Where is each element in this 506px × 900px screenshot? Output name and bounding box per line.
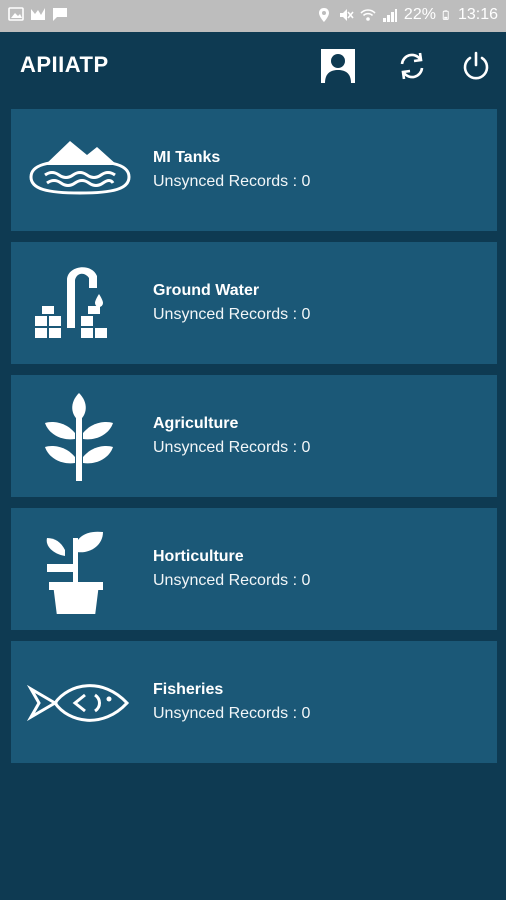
location-icon [318,8,329,22]
card-unsynced-count: Unsynced Records : 0 [153,705,311,722]
power-icon [463,51,489,80]
card-title: MI Tanks [153,149,221,166]
card-mi-tanks[interactable]: MI Tanks Unsynced Records : 0 [11,109,497,231]
card-unsynced-count: Unsynced Records : 0 [153,439,311,456]
plant-pot-icon [46,531,103,614]
profile-button[interactable] [320,48,356,84]
message-icon [53,8,67,21]
sync-icon [400,52,424,80]
card-fisheries[interactable]: Fisheries Unsynced Records : 0 [11,641,497,763]
app-bar: APIIATP [0,32,506,100]
card-title: Ground Water [153,282,260,299]
status-bar-right: 22% 13:16 [316,6,498,24]
status-bar: 22% 13:16 [0,0,506,32]
card-title: Fisheries [153,681,224,698]
wifi-icon [360,9,376,21]
fish-icon [26,684,130,722]
tap-icon [35,267,107,338]
profile-icon [321,49,355,83]
image-icon [8,7,24,21]
card-unsynced-count: Unsynced Records : 0 [153,173,311,190]
card-unsynced-count: Unsynced Records : 0 [153,306,311,323]
wheat-icon [45,393,113,481]
battery-icon [442,10,449,20]
battery-percent: 22% [403,6,436,23]
card-ground-water[interactable]: Ground Water Unsynced Records : 0 [11,242,497,364]
card-agriculture[interactable]: Agriculture Unsynced Records : 0 [11,375,497,497]
clock: 13:16 [457,6,498,23]
chart-icon [31,8,45,20]
card-unsynced-count: Unsynced Records : 0 [153,572,311,589]
status-bar-left [8,6,68,22]
mute-icon [339,9,354,21]
app-title: APIIATP [20,52,109,77]
power-button[interactable] [458,48,494,84]
module-list: MI Tanks Unsynced Records : 0 Ground Wat… [11,109,497,774]
tank-icon [29,141,131,195]
card-title: Agriculture [153,415,239,432]
card-horticulture[interactable]: Horticulture Unsynced Records : 0 [11,508,497,630]
sync-button[interactable] [394,48,430,84]
signal-icon [382,9,397,22]
card-title: Horticulture [153,548,244,565]
